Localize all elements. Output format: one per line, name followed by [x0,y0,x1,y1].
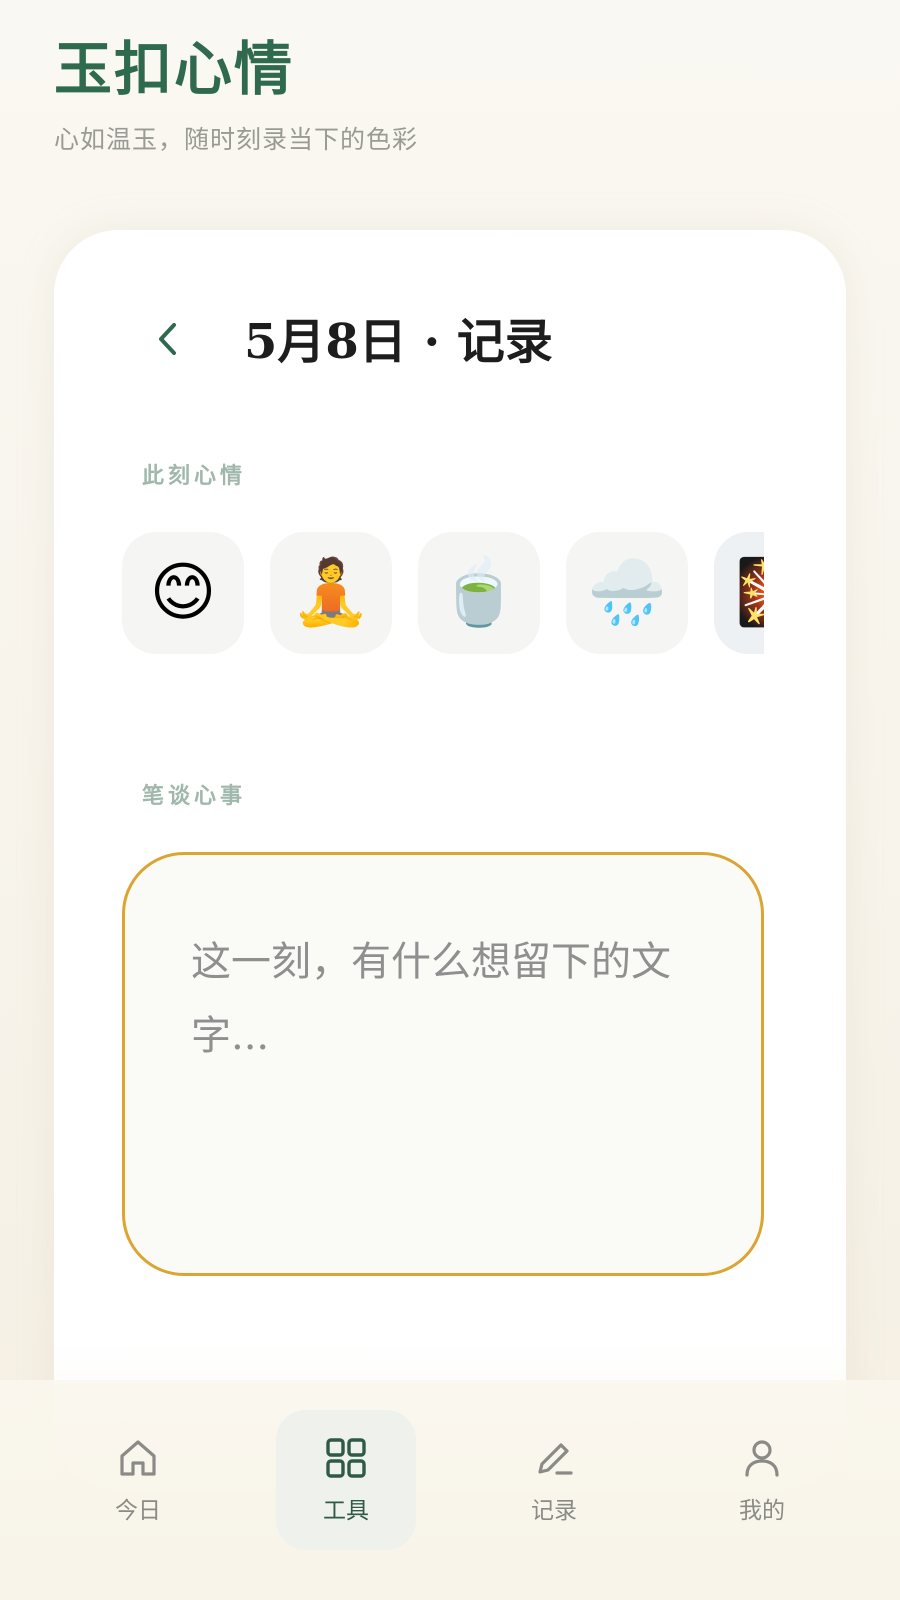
tab-mine-label: 我的 [739,1498,785,1524]
record-title: 5月8日 · 记录 [244,314,553,370]
app-title: 玉扣心情 [54,35,295,103]
tab-today-label: 今日 [115,1498,161,1524]
smiling-face-icon: 😊 [149,556,217,630]
tab-today[interactable]: 今日 [68,1410,208,1550]
mood-option-sparkler[interactable]: 🎇 [714,532,764,654]
back-button[interactable] [142,314,192,364]
user-icon [745,1440,779,1477]
record-card: 5月8日 · 记录 此刻心情 😊 🧘 🍵 🌧️ 🎇 [54,230,846,1490]
mood-picker[interactable]: 😊 🧘 🍵 🌧️ 🎇 [122,532,764,656]
pen-icon [538,1443,573,1475]
tab-mine[interactable]: 我的 [692,1410,832,1550]
grid-icon [326,1438,366,1478]
screen: 玉扣心情 心如温玉，随时刻录当下的色彩 5月8日 · 记录 此刻心情 😊 🧘 🍵 [0,0,900,1600]
mood-track: 😊 🧘 🍵 🌧️ 🎇 [122,532,764,654]
rain-cloud-icon: 🌧️ [587,556,667,630]
mood-option-meditate[interactable]: 🧘 [270,532,392,654]
meditation-icon: 🧘 [291,556,371,630]
bottom-tab-bar: 今日 工具 记录 我的 [0,1380,900,1600]
sparkler-icon: 🎇 [735,561,764,625]
tab-tools-label: 工具 [323,1498,369,1524]
notes-input[interactable] [125,855,761,1273]
mood-option-tea[interactable]: 🍵 [418,532,540,654]
notes-section-label: 笔谈心事 [142,784,247,809]
mood-option-rain[interactable]: 🌧️ [566,532,688,654]
tab-tools[interactable]: 工具 [276,1410,416,1550]
tab-record-label: 记录 [531,1498,577,1524]
chevron-left-icon [159,323,176,355]
app-subtitle: 心如温玉，随时刻录当下的色彩 [54,125,419,154]
home-icon [120,1440,156,1476]
notes-box [122,852,764,1276]
mood-option-smile[interactable]: 😊 [122,532,244,654]
mood-section-label: 此刻心情 [142,464,247,489]
tab-record[interactable]: 记录 [484,1410,624,1550]
tea-icon: 🍵 [439,556,519,630]
